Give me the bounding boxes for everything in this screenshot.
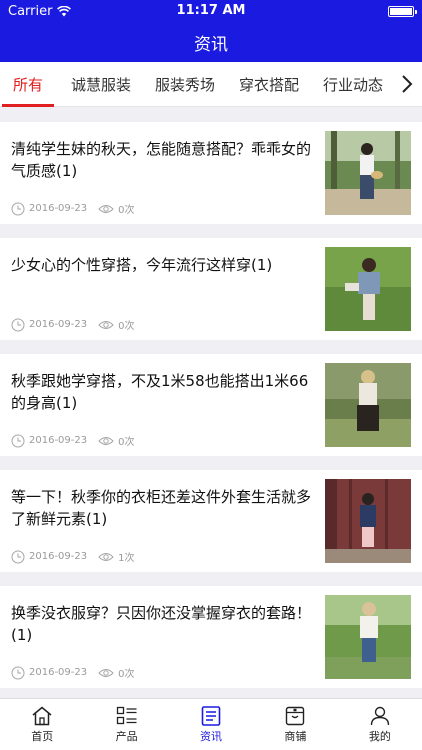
article-date: 2016-09-23	[29, 435, 88, 446]
app-header: Carrier 11:17 AM 资讯	[0, 0, 422, 62]
user-icon	[370, 706, 390, 725]
article-item[interactable]: 秋季跟她学穿搭，不及1米58也能搭出1米66的身高(1) 2016-09-23 …	[0, 354, 422, 456]
article-meta: 2016-09-23 1次	[11, 549, 135, 564]
eye-icon	[98, 552, 114, 561]
store-icon	[286, 706, 305, 725]
tabbar-item-store[interactable]: 商铺	[253, 699, 337, 750]
product-list-icon	[116, 706, 137, 724]
article-title: 等一下！秋季你的衣柜还差这件外套生活就多了新鲜元素(1)	[11, 488, 312, 528]
article-title: 清纯学生妹的秋天，怎能随意搭配？乖乖女的气质感(1)	[11, 140, 312, 180]
eye-icon	[98, 204, 114, 213]
tabbar-label: 资讯	[200, 729, 223, 743]
tab-industry-news[interactable]: 行业动态	[316, 62, 390, 107]
article-thumbnail	[325, 595, 411, 679]
tabbar-label: 我的	[368, 729, 391, 743]
tabbar-item-me[interactable]: 我的	[338, 699, 422, 750]
article-date: 2016-09-23	[29, 667, 88, 678]
tabbar-label: 产品	[115, 729, 138, 743]
article-views: 0次	[118, 669, 135, 680]
clock-icon	[11, 202, 25, 215]
article-title: 秋季跟她学穿搭，不及1米58也能搭出1米66的身高(1)	[11, 372, 309, 412]
article-thumbnail	[325, 247, 411, 331]
article-thumbnail	[325, 131, 411, 215]
news-icon	[201, 705, 221, 726]
article-meta: 2016-09-23 0次	[11, 433, 135, 448]
clock-icon	[11, 434, 25, 447]
tab-outfit-matching[interactable]: 穿衣搭配	[232, 62, 306, 107]
article-views: 0次	[118, 205, 135, 216]
eye-icon	[98, 668, 114, 677]
article-date: 2016-09-23	[29, 319, 88, 330]
article-thumbnail	[325, 363, 411, 447]
chevron-right-icon[interactable]	[398, 72, 416, 96]
article-item[interactable]: 换季没衣服穿？只因你还没掌握穿衣的套路！(1) 2016-09-23 0次	[0, 586, 422, 688]
tabbar-item-news[interactable]: 资讯	[169, 699, 253, 750]
article-thumbnail	[325, 479, 411, 563]
tabbar-item-home[interactable]: 首页	[0, 699, 84, 750]
tabbar-item-products[interactable]: 产品	[84, 699, 168, 750]
home-icon	[32, 706, 52, 725]
article-item[interactable]: 清纯学生妹的秋天，怎能随意搭配？乖乖女的气质感(1) 2016-09-23 0次	[0, 122, 422, 224]
tabbar-label: 商铺	[284, 729, 307, 743]
article-views: 1次	[118, 553, 135, 564]
article-views: 0次	[118, 321, 135, 332]
clock-icon	[11, 666, 25, 679]
article-date: 2016-09-23	[29, 551, 88, 562]
eye-icon	[98, 320, 114, 329]
article-item[interactable]: 少女心的个性穿搭，今年流行这样穿(1) 2016-09-23 0次	[0, 238, 422, 340]
status-time: 11:17 AM	[176, 3, 246, 18]
clock-icon	[11, 550, 25, 563]
tabbar-label: 首页	[31, 729, 54, 743]
article-date: 2016-09-23	[29, 203, 88, 214]
article-views: 0次	[118, 437, 135, 448]
article-item[interactable]: 等一下！秋季你的衣柜还差这件外套生活就多了新鲜元素(1) 2016-09-23 …	[0, 470, 422, 572]
clock-icon	[11, 318, 25, 331]
category-tabs: 所有 诚慧服装 服装秀场 穿衣搭配 行业动态	[0, 62, 422, 107]
page-title: 资讯	[194, 34, 228, 55]
bottom-tab-bar: 首页 产品 资讯 商铺 我的	[0, 698, 422, 750]
article-title: 少女心的个性穿搭，今年流行这样穿(1)	[11, 256, 273, 274]
tab-all[interactable]: 所有	[2, 62, 54, 107]
article-meta: 2016-09-23 0次	[11, 665, 135, 680]
article-meta: 2016-09-23 0次	[11, 317, 135, 332]
tab-fashion-show[interactable]: 服装秀场	[148, 62, 222, 107]
article-title: 换季没衣服穿？只因你还没掌握穿衣的套路！(1)	[11, 604, 312, 644]
eye-icon	[98, 436, 114, 445]
article-meta: 2016-09-23 0次	[11, 201, 135, 216]
tab-chenghui-clothing[interactable]: 诚慧服装	[64, 62, 138, 107]
